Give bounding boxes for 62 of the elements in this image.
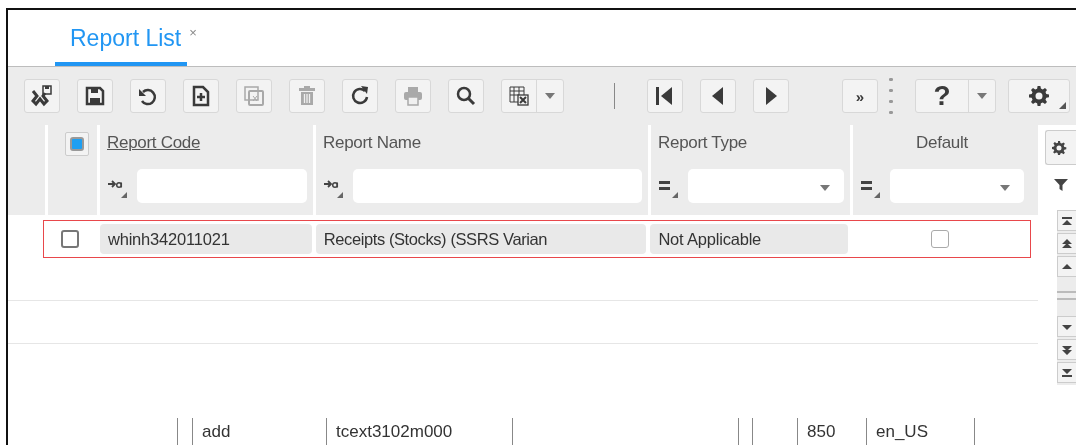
table-cell: whinh342011021 [99,224,312,254]
undo-button[interactable] [130,79,166,113]
scroll-handle[interactable] [1057,291,1076,300]
caret-icon [820,185,830,191]
close-button[interactable]: × [189,25,197,40]
scroll-top-button[interactable] [1057,210,1076,231]
gear-icon [1028,85,1050,107]
table-cell: Not Applicable [650,224,849,254]
scroll-up-button[interactable] [1057,256,1076,277]
double-up-icon [1062,238,1072,249]
column-header[interactable]: Report Code [107,133,201,161]
scroll-bottom-button[interactable] [1057,362,1076,383]
column-settings-button[interactable] [1045,130,1076,165]
printer-icon [402,85,424,107]
toolbar-button[interactable]: ? [915,79,996,113]
refresh-button[interactable] [342,79,378,113]
previous-button[interactable] [700,79,736,113]
status-field: tcext3102m000 [336,422,453,442]
close-save-icon [31,85,53,107]
gear-icon [1051,139,1067,156]
select-all-checkbox[interactable] [65,132,89,156]
table-cell: Receipts (Stocks) (SSRS Varian [315,224,647,254]
close-save-button[interactable] [24,79,60,113]
toolbar-button[interactable]: » [842,79,878,113]
caret-icon [545,93,555,99]
page-down-button[interactable] [1057,339,1076,360]
caret-icon [1000,185,1010,191]
column-header[interactable]: Default [916,133,968,161]
first-button[interactable] [647,79,683,113]
equals-operator-icon [860,178,880,198]
new-button[interactable] [183,79,219,113]
column-header[interactable]: Report Type [658,133,747,161]
default-checkbox[interactable] [931,230,950,248]
double-down-icon [1062,344,1072,355]
contains-operator-icon [107,178,127,198]
up-icon [1062,261,1072,272]
trash-icon [296,85,318,107]
filter-icon[interactable] [1053,177,1069,193]
row-checkbox[interactable] [60,230,79,248]
status-field: add [202,422,231,442]
page-up-button[interactable] [1057,233,1076,254]
scroll-down-button[interactable] [1057,316,1076,337]
caret-icon [977,93,987,99]
save-icon [84,85,106,107]
search-icon [455,85,477,107]
save-button[interactable] [77,79,113,113]
search-button[interactable] [448,79,484,113]
status-field: en_US [876,422,928,442]
refresh-icon [349,85,371,107]
spreadsheet-icon [508,85,530,107]
column-header[interactable]: Report Name [323,133,421,161]
equals-operator-icon [658,178,678,198]
gear-button[interactable] [1008,79,1070,113]
copy-icon [243,85,265,107]
contains-operator-icon [323,178,343,198]
last-icon [1062,367,1072,378]
new-document-icon [190,85,212,107]
status-field: 850 [807,422,836,442]
first-icon [1062,215,1072,226]
next-button[interactable] [753,79,789,113]
export-button[interactable] [501,79,564,113]
table-row[interactable]: whinh342011021 Receipts (Stocks) (SSRS Varian Not Applicable [43,220,1031,258]
